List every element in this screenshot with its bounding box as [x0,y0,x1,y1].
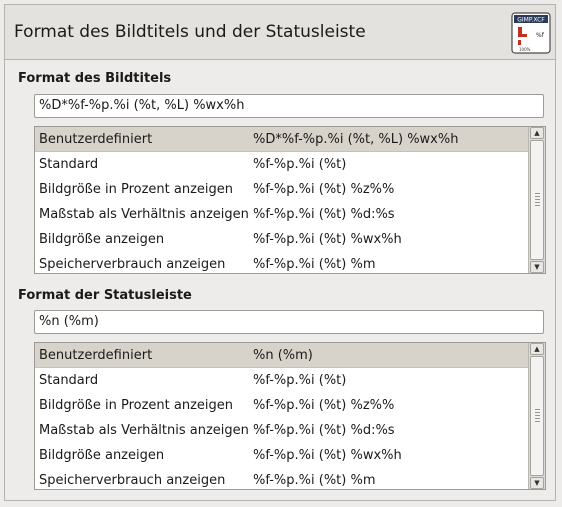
preset-name: Maßstab als Verhältnis anzeigen [39,423,249,438]
image-title-format-input[interactable]: %D*%f-%p.%i (%t, %L) %wx%h [34,94,544,118]
list-item[interactable]: Bildgröße in Prozent anzeigen %f-%p.%i (%… [35,177,528,202]
image-title-section-label: Format des Bildtitels [18,71,172,86]
icon-caption-side: %f [536,32,545,39]
scrollbar-thumb[interactable] [530,140,544,260]
image-title-presets-list[interactable]: Benutzerdefiniert %D*%f-%p.%i (%t, %L) %w… [34,126,546,274]
list-item[interactable]: Standard %f-%p.%i (%t) [35,368,528,393]
list-item[interactable]: Benutzerdefiniert %D*%f-%p.%i (%t, %L) %w… [35,127,528,152]
preset-format: %f-%p.%i (%t) [253,373,347,388]
preset-format: %f-%p.%i (%t) %wx%h [253,448,402,463]
list-item[interactable]: Benutzerdefiniert %n (%m) [35,343,528,368]
preset-name: Speicherverbrauch anzeigen [39,257,226,272]
preset-format: %D*%f-%p.%i (%t, %L) %wx%h [253,132,459,147]
grip-icon [535,193,540,207]
list-item[interactable]: Speicherverbrauch anzeigen %f-%p.%i (%t) … [35,252,528,273]
preset-name: Bildgröße in Prozent anzeigen [39,398,234,413]
preset-name: Benutzerdefiniert [39,132,153,147]
icon-caption-top: GIMP.XCF [517,17,545,24]
status-bar-list-scrollbar[interactable]: ▲ ▼ [528,343,545,489]
arrow-down-icon[interactable]: ▼ [530,477,544,489]
scrollbar-thumb[interactable] [530,356,544,476]
preset-format: %f-%p.%i (%t) %d:%s [253,423,395,438]
grip-icon [535,409,540,423]
gimp-xcf-title-format-icon: GIMP.XCF %f 100% [511,12,551,54]
page-title: Format des Bildtitels und der Statusleis… [14,22,366,42]
arrow-up-icon[interactable]: ▲ [530,127,544,139]
status-bar-section-label: Format der Statusleiste [18,288,192,303]
preset-format: %f-%p.%i (%t) [253,157,347,172]
list-item[interactable]: Bildgröße anzeigen %f-%p.%i (%t) %wx%h [35,227,528,252]
preset-format: %f-%p.%i (%t) %wx%h [253,232,402,247]
arrow-down-icon[interactable]: ▼ [530,261,544,273]
list-item[interactable]: Maßstab als Verhältnis anzeigen %f-%p.%i … [35,418,528,443]
preset-format: %f-%p.%i (%t) %d:%s [253,207,395,222]
status-bar-format-input[interactable]: %n (%m) [34,310,544,334]
preset-name: Speicherverbrauch anzeigen [39,473,226,488]
preset-name: Bildgröße anzeigen [39,232,165,247]
list-item[interactable]: Bildgröße in Prozent anzeigen %f-%p.%i (%… [35,393,528,418]
preset-name: Bildgröße anzeigen [39,448,165,463]
preset-format: %f-%p.%i (%t) %m [253,473,376,488]
preset-name: Benutzerdefiniert [39,348,153,363]
preset-format: %n (%m) [253,348,313,363]
preset-name: Standard [39,373,99,388]
preset-name: Bildgröße in Prozent anzeigen [39,182,234,197]
list-item[interactable]: Speicherverbrauch anzeigen %f-%p.%i (%t) … [35,468,528,489]
list-item[interactable]: Maßstab als Verhältnis anzeigen %f-%p.%i … [35,202,528,227]
list-item[interactable]: Standard %f-%p.%i (%t) [35,152,528,177]
page-header: Format des Bildtitels und der Statusleis… [4,4,556,60]
preset-name: Maßstab als Verhältnis anzeigen [39,207,249,222]
icon-caption-bottom: 100% [519,47,531,52]
list-item[interactable]: Bildgröße anzeigen %f-%p.%i (%t) %wx%h [35,443,528,468]
status-bar-presets-list[interactable]: Benutzerdefiniert %n (%m) Standard %f-%p.%… [34,342,546,490]
arrow-up-icon[interactable]: ▲ [530,343,544,355]
preset-format: %f-%p.%i (%t) %z%% [253,182,395,197]
preset-format: %f-%p.%i (%t) %m [253,257,376,272]
preset-format: %f-%p.%i (%t) %z%% [253,398,395,413]
image-title-list-scrollbar[interactable]: ▲ ▼ [528,127,545,273]
preset-name: Standard [39,157,99,172]
